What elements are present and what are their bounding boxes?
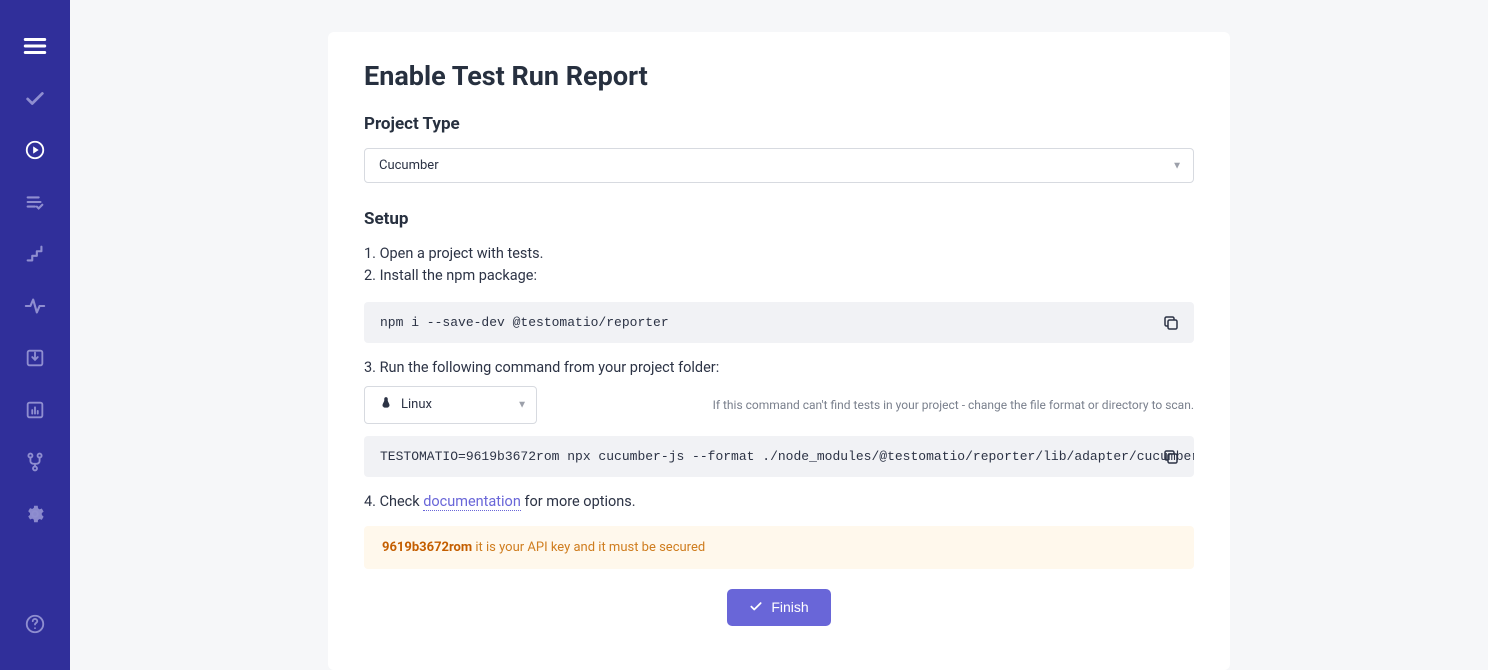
setup-card: Enable Test Run Report Project Type Cucu… <box>328 32 1230 670</box>
sidebar-item-help[interactable] <box>0 600 70 652</box>
setup-step-4: 4. Check documentation for more options. <box>364 493 1194 510</box>
gear-icon <box>24 503 46 529</box>
branch-icon <box>24 451 46 477</box>
project-type-value: Cucumber <box>364 148 1194 183</box>
setup-step-1: 1. Open a project with tests. <box>364 243 1194 265</box>
api-key-text: it is your API key and it must be secure… <box>472 540 705 555</box>
help-icon <box>24 613 46 639</box>
chart-icon <box>24 399 46 425</box>
sidebar-item-import[interactable] <box>0 334 70 386</box>
copy-icon <box>1162 314 1180 335</box>
api-key-value: 9619b3672rom <box>382 540 472 555</box>
sidebar-menu-toggle[interactable] <box>0 22 70 74</box>
page-title: Enable Test Run Report <box>364 60 1194 92</box>
documentation-link[interactable]: documentation <box>423 493 521 511</box>
linux-icon <box>379 396 393 414</box>
play-circle-icon <box>24 139 46 165</box>
sidebar <box>0 0 70 670</box>
sidebar-item-steps[interactable] <box>0 230 70 282</box>
scan-hint: If this command can't find tests in your… <box>713 398 1194 412</box>
finish-button[interactable]: Finish <box>727 589 830 626</box>
sidebar-item-plans[interactable] <box>0 178 70 230</box>
activity-icon <box>24 295 46 321</box>
sidebar-item-runs[interactable] <box>0 126 70 178</box>
os-select[interactable]: Linux ▼ <box>364 386 537 424</box>
stairs-icon <box>24 243 46 269</box>
sidebar-item-branches[interactable] <box>0 438 70 490</box>
sidebar-item-analytics[interactable] <box>0 386 70 438</box>
project-type-heading: Project Type <box>364 114 1194 134</box>
import-icon <box>24 347 46 373</box>
main-content: Enable Test Run Report Project Type Cucu… <box>70 0 1488 670</box>
setup-step-3: 3. Run the following command from your p… <box>364 359 1194 376</box>
install-command: npm i --save-dev @testomatio/reporter <box>364 302 1194 343</box>
setup-heading: Setup <box>364 209 1194 229</box>
os-value: Linux <box>401 397 432 412</box>
hamburger-icon <box>22 33 48 63</box>
check-icon <box>749 599 763 616</box>
check-icon <box>24 87 46 113</box>
copy-icon <box>1162 448 1180 469</box>
project-type-select[interactable]: Cucumber ▼ <box>364 148 1194 183</box>
sidebar-item-tests[interactable] <box>0 74 70 126</box>
sidebar-item-settings[interactable] <box>0 490 70 542</box>
run-command: TESTOMATIO=9619b3672rom npx cucumber-js … <box>364 436 1194 477</box>
copy-run-button[interactable] <box>1158 446 1184 472</box>
api-key-alert: 9619b3672rom it is your API key and it m… <box>364 526 1194 569</box>
finish-label: Finish <box>771 599 808 615</box>
sidebar-item-pulse[interactable] <box>0 282 70 334</box>
setup-step-2: 2. Install the npm package: <box>364 265 1194 287</box>
setup-steps: 1. Open a project with tests. 2. Install… <box>364 243 1194 288</box>
copy-install-button[interactable] <box>1158 312 1184 338</box>
list-check-icon <box>24 191 46 217</box>
